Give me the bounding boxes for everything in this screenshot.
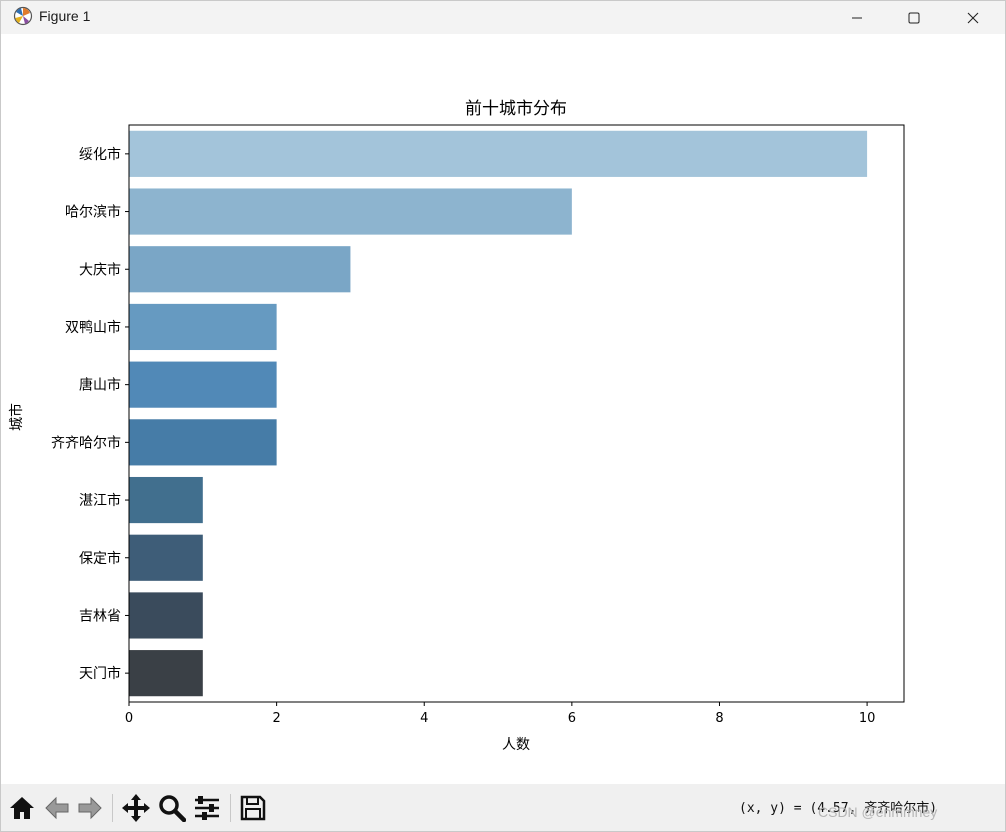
bar [129,130,868,177]
x-tick-label: 8 [715,711,723,726]
watermark: CSDN @enmmney [818,804,938,820]
save-icon [240,795,266,821]
x-tick-label: 6 [568,711,576,726]
bar-chart: 前十城市分布 人数 城市 绥化市哈尔滨市大庆市双鸭山市唐山市齐齐哈尔市湛江市保定… [8,99,905,753]
home-icon [10,797,34,819]
bars-group [129,130,868,697]
forward-button[interactable] [74,792,106,824]
zoom-button[interactable] [156,792,188,824]
forward-icon [78,796,102,820]
y-tick-label: 天门市 [79,665,121,682]
y-tick-label: 湛江市 [79,492,121,509]
configure-subplots-button[interactable] [191,792,223,824]
bar [129,303,277,351]
back-icon [45,796,69,820]
x-tick-label: 4 [420,711,428,726]
bar [129,246,351,293]
y-tick-label: 吉林省 [79,608,121,624]
bar [129,476,203,524]
minimize-icon [852,17,862,18]
chart-title: 前十城市分布 [465,99,567,119]
x-axis-label: 人数 [502,737,530,753]
configure-subplots-icon [195,796,219,820]
figure-window: Figure 1 前十城市分布 人数 城市 绥化市哈尔滨市大庆市双鸭山市唐山市齐… [0,0,1006,832]
title-bar[interactable]: Figure 1 [1,1,1005,34]
x-tick-label: 10 [859,711,876,726]
bar [129,188,572,235]
bar [129,534,203,581]
back-button[interactable] [41,792,73,824]
y-tick-label: 绥化市 [79,146,121,163]
close-icon [967,12,979,23]
close-button[interactable] [950,1,996,34]
matplotlib-icon [13,6,33,26]
y-tick-label: 保定市 [79,550,121,567]
pan-button[interactable] [120,792,152,824]
y-tick-label: 双鸭山市 [65,319,121,336]
minimize-button[interactable] [834,1,880,34]
x-tick-label: 0 [125,711,133,726]
y-ticks-group: 绥化市哈尔滨市大庆市双鸭山市唐山市齐齐哈尔市湛江市保定市吉林省天门市 [51,146,129,682]
maximize-icon [908,12,920,23]
toolbar-separator [230,794,231,822]
toolbar-separator [112,794,113,822]
x-tick-label: 2 [272,711,280,726]
bar [129,361,277,408]
y-tick-label: 齐齐哈尔市 [51,434,121,451]
bar [129,592,203,639]
window-title: Figure 1 [39,8,91,24]
zoom-icon [159,795,186,822]
maximize-button[interactable] [891,1,937,34]
save-button[interactable] [237,792,269,824]
y-axis-label: 城市 [8,403,25,431]
home-button[interactable] [6,792,38,824]
figure-canvas[interactable]: 前十城市分布 人数 城市 绥化市哈尔滨市大庆市双鸭山市唐山市齐齐哈尔市湛江市保定… [1,34,1005,784]
y-tick-label: 哈尔滨市 [65,204,121,221]
pan-icon [122,794,150,822]
bar [129,650,203,697]
y-tick-label: 唐山市 [79,377,121,394]
bar [129,419,277,466]
x-ticks-group: 0 2 4 6 8 10 [125,702,876,726]
y-tick-label: 大庆市 [79,261,121,278]
